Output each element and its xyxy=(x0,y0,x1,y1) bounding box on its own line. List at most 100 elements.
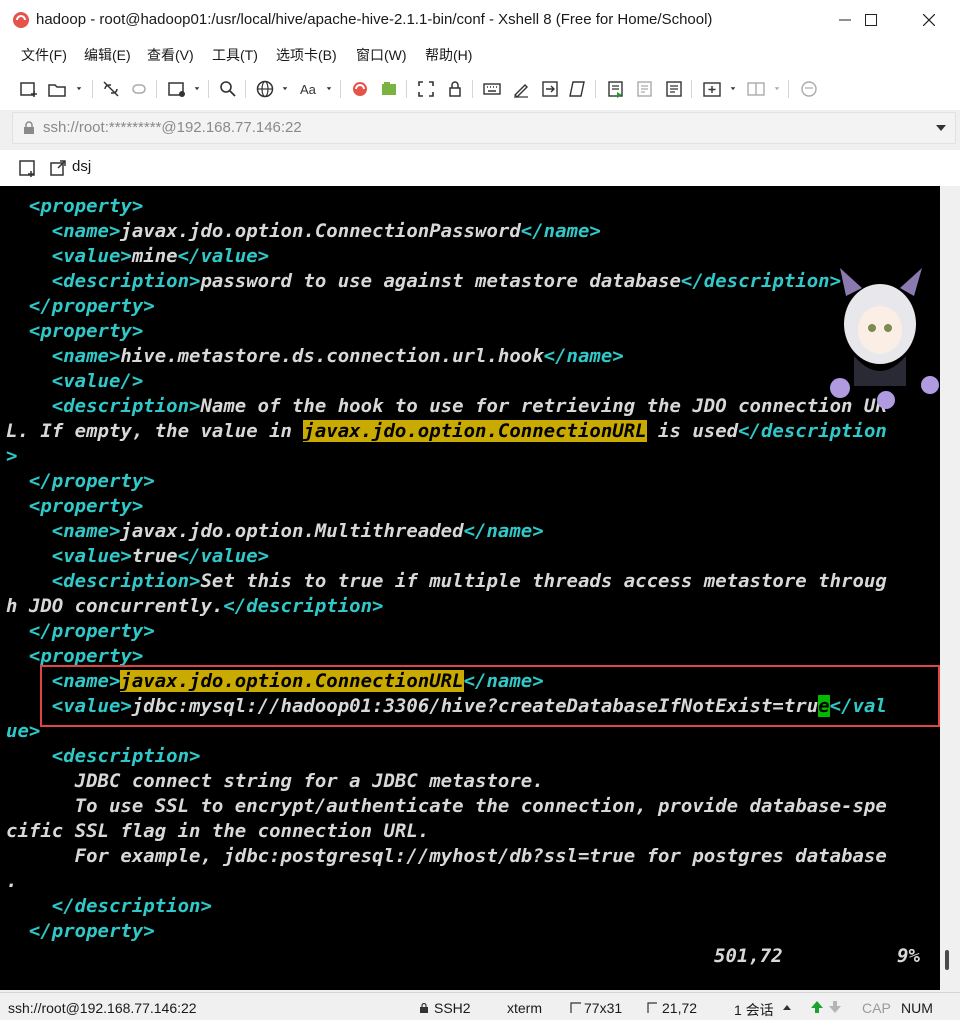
xftp-button[interactable] xyxy=(349,78,371,100)
terminal-text: <value> xyxy=(6,545,132,567)
log-button[interactable] xyxy=(605,78,627,100)
terminal-text: . xyxy=(6,870,18,892)
close-button[interactable] xyxy=(906,0,952,40)
tab-pin-icon[interactable] xyxy=(48,158,68,178)
terminal-line: <property> xyxy=(6,319,143,344)
menu-help[interactable]: 帮助(H) xyxy=(425,45,472,65)
open-dropdown[interactable] xyxy=(74,82,84,96)
status-num: NUM xyxy=(901,1000,933,1016)
terminal-text: <value> xyxy=(6,245,132,267)
xftp-transfer-button[interactable] xyxy=(378,78,400,100)
terminal-line: L. If empty, the value in javax.jdo.opti… xyxy=(6,419,887,444)
terminal-line: <name>javax.jdo.option.ConnectionPasswor… xyxy=(6,219,601,244)
vertical-scrollbar[interactable] xyxy=(940,186,960,990)
dropdown-icon[interactable] xyxy=(935,123,947,133)
send-icon xyxy=(542,81,558,97)
menu-file[interactable]: 文件(F) xyxy=(21,45,67,65)
terminal-line: JDBC connect string for a JDBC metastore… xyxy=(6,769,544,794)
new-window-button[interactable] xyxy=(166,78,188,100)
compose-pane-button[interactable] xyxy=(663,78,685,100)
terminal-text: <value> xyxy=(6,695,132,717)
toolbar-divider xyxy=(208,80,209,98)
cursor-position: 501,72 xyxy=(714,945,783,967)
terminal-text: </property> xyxy=(6,470,155,492)
chat-button[interactable] xyxy=(798,78,820,100)
terminal-line: <name>javax.jdo.option.ConnectionURL</na… xyxy=(6,669,544,694)
new-tab-group-button[interactable] xyxy=(701,78,723,100)
terminal-line: <value/> xyxy=(6,369,144,394)
terminal-text: mine xyxy=(131,245,178,267)
menu-window[interactable]: 窗口(W) xyxy=(356,45,407,65)
reconnect-button[interactable] xyxy=(128,78,150,100)
tab-dsj[interactable]: dsj xyxy=(72,158,91,175)
terminal-text: <name> xyxy=(6,345,121,367)
address-text[interactable]: ssh://root:*********@192.168.77.146:22 xyxy=(43,119,302,136)
terminal-text: <property> xyxy=(6,320,144,342)
compose-bar-button[interactable] xyxy=(634,78,656,100)
status-sessions[interactable]: 1 会话 xyxy=(734,1000,774,1020)
maximize-button[interactable] xyxy=(848,0,894,40)
toolbar-divider xyxy=(406,80,407,98)
scrollbar-thumb[interactable] xyxy=(945,950,949,970)
chevron-up-icon[interactable] xyxy=(782,1000,792,1016)
send-button[interactable] xyxy=(539,78,561,100)
encoding-button[interactable] xyxy=(254,78,276,100)
fullscreen-icon xyxy=(418,81,434,97)
terminal-text: </name> xyxy=(520,220,601,242)
lock-button[interactable] xyxy=(444,78,466,100)
script-button[interactable] xyxy=(567,78,589,100)
down-arrow-icon xyxy=(828,1000,842,1017)
menu-tools[interactable]: 工具(T) xyxy=(212,45,258,65)
menu-view[interactable]: 查看(V) xyxy=(147,45,194,65)
chevron-down-icon xyxy=(730,87,736,91)
terminal-text: <property> xyxy=(6,645,144,667)
highlight-button[interactable] xyxy=(510,78,532,100)
menu-tabs[interactable]: 选项卡(B) xyxy=(276,45,337,65)
window-dropdown[interactable] xyxy=(192,82,202,96)
menu-edit[interactable]: 编辑(E) xyxy=(84,45,131,65)
address-bar[interactable]: ssh://root:*********@192.168.77.146:22 xyxy=(12,112,956,144)
terminal-screen[interactable]: <property> <name>javax.jdo.option.Connec… xyxy=(0,186,940,990)
terminal-line: <property> xyxy=(6,494,143,519)
find-button[interactable] xyxy=(217,78,239,100)
font-button[interactable]: Aa xyxy=(298,78,320,100)
terminal-text: </description> xyxy=(6,895,212,917)
terminal-line: <value>mine</value> xyxy=(6,244,269,269)
keyboard-button[interactable] xyxy=(481,78,503,100)
tile-button[interactable] xyxy=(745,78,767,100)
terminal-line: </description> xyxy=(6,894,212,919)
disconnect-button[interactable] xyxy=(100,78,122,100)
font-dropdown[interactable] xyxy=(324,82,334,96)
search-icon xyxy=(220,81,236,97)
chevron-down-icon xyxy=(282,87,288,91)
terminal-line: </property> xyxy=(6,294,155,319)
terminal-line: h JDO concurrently.</description> xyxy=(6,594,384,619)
reconnect-icon xyxy=(132,84,146,94)
terminal-text: <property> xyxy=(6,195,144,217)
script-icon xyxy=(569,81,585,97)
lock-icon xyxy=(449,81,461,97)
tile-dropdown[interactable] xyxy=(772,82,782,96)
search-match: javax.jdo.option.ConnectionURL xyxy=(303,420,647,442)
fullscreen-button[interactable] xyxy=(415,78,437,100)
new-session-button[interactable] xyxy=(18,78,40,100)
chat-icon xyxy=(801,81,817,97)
svg-text:Aa: Aa xyxy=(300,82,317,97)
terminal-text: </name> xyxy=(463,670,544,692)
tab-group-dropdown[interactable] xyxy=(728,82,738,96)
up-arrow-icon xyxy=(810,1000,824,1017)
encoding-dropdown[interactable] xyxy=(280,82,290,96)
open-button[interactable] xyxy=(46,78,68,100)
text-cursor: e xyxy=(818,695,830,717)
session-manager-icon[interactable] xyxy=(18,158,38,178)
cursor-icon xyxy=(646,1000,658,1016)
terminal-line: <value>jdbc:mysql://hadoop01:3306/hive?c… xyxy=(6,694,887,719)
toolbar-divider xyxy=(691,80,692,98)
terminal-text: </name> xyxy=(543,345,624,367)
terminal-text: cific SSL flag in the connection URL. xyxy=(6,820,430,842)
tab-layout-icon xyxy=(703,82,721,97)
status-connection: ssh://root@192.168.77.146:22 xyxy=(8,1000,197,1016)
terminal-text: </property> xyxy=(6,295,155,317)
compose-icon xyxy=(637,81,652,97)
terminal-text: </description> xyxy=(680,270,842,292)
